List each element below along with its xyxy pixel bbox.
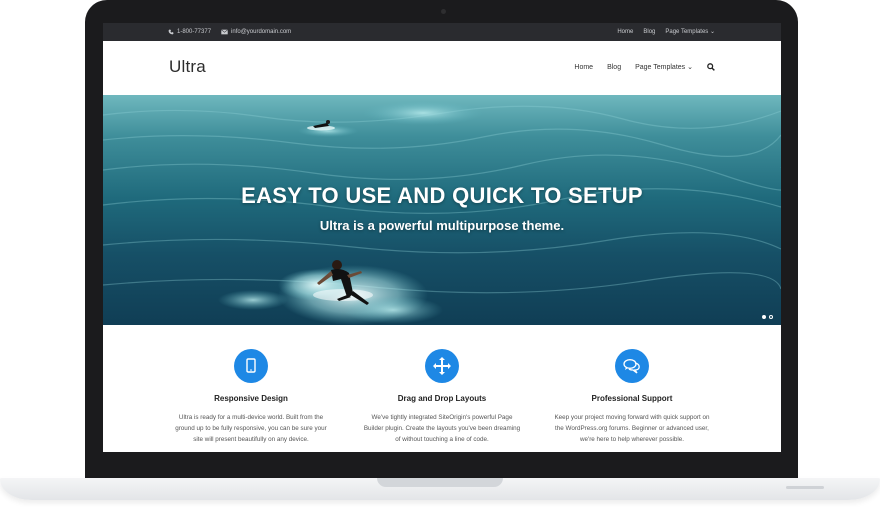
search-icon[interactable] — [707, 63, 715, 71]
top-nav-page-templates[interactable]: Page Templates ⌄ — [665, 29, 715, 35]
nav-home[interactable]: Home — [574, 64, 593, 71]
chat-bubbles-icon — [623, 359, 640, 374]
main-nav: Home Blog Page Templates ⌄ — [574, 63, 715, 71]
feature-icon-circle — [234, 349, 268, 383]
top-nav-blog[interactable]: Blog — [643, 29, 655, 35]
nav-page-templates-label: Page Templates — [635, 64, 686, 71]
site-header: Ultra Home Blog Page Templates ⌄ — [103, 41, 781, 95]
feature-line: the WordPress.org forums. Beginner or ad… — [555, 425, 709, 432]
slider-dot-1[interactable] — [762, 315, 766, 319]
top-nav-page-templates-label: Page Templates — [665, 29, 709, 35]
chevron-down-icon: ⌄ — [709, 29, 715, 35]
feature-icon-circle — [425, 349, 459, 383]
feature-professional-support: Professional Support Keep your project m… — [537, 349, 727, 445]
feature-description: We've tightly integrated SiteOrigin's po… — [347, 412, 537, 445]
phone-contact[interactable]: 1-800-77377 — [168, 29, 211, 35]
contact-info: 1-800-77377 info@yourdomain.com — [168, 23, 291, 41]
website-screen: 1-800-77377 info@yourdomain.com Home Blo… — [103, 23, 781, 452]
feature-line: of without touching a line of code. — [395, 436, 489, 443]
feature-description: Ultra is ready for a multi-device world.… — [156, 412, 346, 445]
feature-line: site will present beautifully on any dev… — [193, 436, 309, 443]
feature-title: Drag and Drop Layouts — [397, 394, 487, 403]
hero-title: EASY TO USE AND QUICK TO SETUP — [241, 183, 643, 208]
mobile-icon — [246, 358, 256, 373]
feature-icon-circle — [615, 349, 649, 383]
top-nav: Home Blog Page Templates ⌄ — [617, 23, 715, 41]
feature-line: ground up to be fully responsive, you ca… — [175, 425, 327, 432]
phone-icon — [168, 29, 174, 35]
feature-line: Keep your project moving forward with qu… — [554, 414, 710, 421]
feature-description: Keep your project moving forward with qu… — [537, 412, 727, 445]
feature-title: Professional Support — [591, 394, 673, 403]
email-contact[interactable]: info@yourdomain.com — [221, 29, 291, 35]
laptop-foot — [786, 486, 824, 489]
slider-dot-2[interactable] — [769, 315, 773, 319]
feature-line: We've tightly integrated SiteOrigin's po… — [371, 414, 513, 421]
ocean-surfer-image — [103, 101, 781, 325]
hero-slider: EASY TO USE AND QUICK TO SETUP Ultra is … — [103, 95, 781, 325]
feature-line: we're here to help wherever possible. — [579, 436, 685, 443]
email-address: info@yourdomain.com — [231, 29, 292, 35]
camera-icon — [441, 9, 446, 14]
laptop-notch — [377, 478, 503, 487]
site-logo[interactable]: Ultra — [169, 57, 206, 77]
feature-title: Responsive Design — [214, 394, 288, 403]
feature-line: Ultra is ready for a multi-device world.… — [178, 414, 324, 421]
feature-responsive-design: Responsive Design Ultra is ready for a m… — [156, 349, 346, 445]
nav-page-templates[interactable]: Page Templates ⌄ — [635, 63, 693, 71]
phone-number: 1-800-77377 — [177, 29, 212, 35]
top-nav-home[interactable]: Home — [617, 29, 633, 35]
move-arrows-icon — [433, 357, 451, 375]
slider-dots — [762, 315, 773, 319]
feature-drag-and-drop: Drag and Drop Layouts We've tightly inte… — [347, 349, 537, 445]
chevron-down-icon: ⌄ — [687, 64, 693, 71]
nav-blog[interactable]: Blog — [607, 64, 621, 71]
envelope-icon — [221, 29, 228, 35]
top-bar: 1-800-77377 info@yourdomain.com Home Blo… — [103, 23, 781, 41]
features-section: Responsive Design Ultra is ready for a m… — [103, 325, 781, 452]
hero-subtitle: Ultra is a powerful multipurpose theme. — [319, 218, 565, 233]
feature-line: Builder plugin. Create the layouts you'v… — [363, 425, 521, 432]
